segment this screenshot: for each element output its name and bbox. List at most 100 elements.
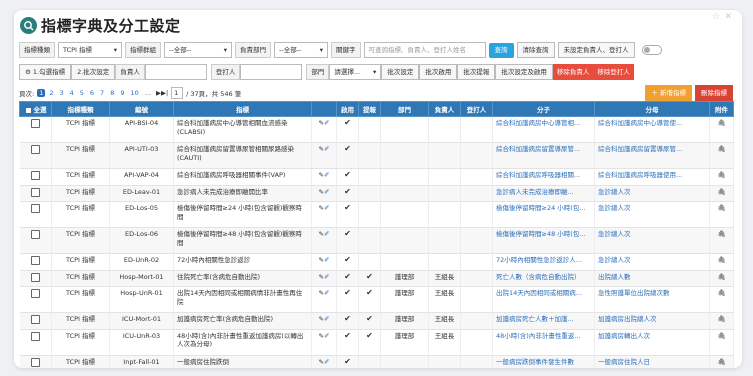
table-row[interactable]: TCPI 指標 API-VAP-04 綜合科加護病房呼吸器相關事件(VAP) ✎✐ ✔ 綜… <box>19 168 734 186</box>
paperclip-icon[interactable]: 🖇 <box>717 204 725 212</box>
attachment-cell[interactable]: 🖇 <box>709 312 734 330</box>
row-checkbox-cell[interactable] <box>19 312 52 330</box>
next-page-icon[interactable]: ▶▶| <box>156 89 168 97</box>
page-link[interactable]: 6 <box>88 89 96 97</box>
row-checkbox[interactable] <box>30 315 40 324</box>
numerator-cell[interactable]: 一般病房跌倒事件發生件數 <box>492 355 595 368</box>
row-checkbox[interactable] <box>30 119 40 128</box>
row-checkbox-cell[interactable] <box>19 355 52 368</box>
page-link[interactable]: 8 <box>108 89 116 97</box>
paperclip-icon[interactable]: 🖇 <box>717 188 725 196</box>
pencil-icon[interactable]: ✐ <box>324 332 329 340</box>
numerator-cell[interactable]: 加護病房死亡人數＋加護... <box>492 312 595 330</box>
numerator-cell[interactable]: 72小時內相關性急診返診人... <box>492 253 595 271</box>
table-row[interactable]: TCPI 指標 Hosp-UnR-01 出院14天內因相同或相關病情非計畫性再住院 ✎… <box>19 286 734 313</box>
numerator-cell[interactable]: 急診病人未完成治療即離... <box>492 185 595 202</box>
batch-set-btn[interactable]: 批次設定 <box>381 64 420 80</box>
denominator-cell[interactable]: 綜合科加護病房留置導尿管... <box>594 142 710 169</box>
row-checkbox-cell[interactable] <box>19 168 52 186</box>
row-checkbox[interactable] <box>30 289 40 298</box>
numerator-cell[interactable]: 死亡人數（含病危自動出院） <box>492 270 595 287</box>
row-checkbox[interactable] <box>30 171 40 180</box>
batch-enable-button[interactable]: 批次啟用 <box>419 64 458 80</box>
remove-entry-button[interactable]: 移除登打人 <box>593 64 634 80</box>
attachment-cell[interactable]: 🖇 <box>709 116 734 143</box>
pencil-icon[interactable]: ✐ <box>324 289 329 297</box>
pencil-icon[interactable]: ✐ <box>324 204 329 212</box>
close-icon[interactable]: ✕ <box>724 12 732 22</box>
clear-button[interactable]: 清除查詢 <box>516 42 555 58</box>
page-link[interactable]: ... <box>143 89 153 97</box>
table-row[interactable]: TCPI 指標 ED-Los-05 檢傷後停留時間≥24 小時(包含留觀)觀察時間 ✎… <box>19 201 734 228</box>
batch-apply-button[interactable]: 批次設定及啟用 <box>495 64 553 80</box>
row-checkbox[interactable] <box>30 357 40 367</box>
attachment-cell[interactable]: 🖇 <box>709 253 734 271</box>
paperclip-icon[interactable]: 🖇 <box>717 289 725 297</box>
row-checkbox-cell[interactable] <box>19 201 52 228</box>
pencil-icon[interactable]: ✐ <box>324 358 329 366</box>
dept-select[interactable]: --全部-- ▾ <box>274 42 328 58</box>
paperclip-icon[interactable]: 🖇 <box>717 332 725 340</box>
table-row[interactable]: TCPI 指標 ED-UnR-02 72小時內相關性急診返診 ✎✐ ✔ 72小時內相關性急… <box>19 253 734 271</box>
row-checkbox-cell[interactable] <box>19 253 52 271</box>
attachment-cell[interactable]: 🖇 <box>709 270 734 287</box>
paperclip-icon[interactable]: 🖇 <box>717 171 725 179</box>
category-select[interactable]: TCPI 指標 ▾ <box>58 42 122 58</box>
row-checkbox[interactable] <box>30 187 40 197</box>
attachment-cell[interactable]: 🖇 <box>709 185 734 202</box>
batch-select-button[interactable]: ⚙ 1.勾選指標 <box>19 64 72 80</box>
attachment-cell[interactable]: 🖇 <box>709 168 734 186</box>
row-checkbox[interactable] <box>30 145 40 154</box>
batch-set-button[interactable]: 2.批次設定 <box>71 64 116 80</box>
row-checkbox[interactable] <box>30 256 40 265</box>
table-row[interactable]: TCPI 指標 ICU-Mort-01 加護病房死亡率(含病危自動出院) ✎✐ ✔ ✔ 護理… <box>19 312 734 330</box>
row-checkbox-cell[interactable] <box>19 329 52 356</box>
paperclip-icon[interactable]: 🖇 <box>717 315 725 323</box>
denominator-cell[interactable]: 加護病房出院總人次 <box>594 312 710 330</box>
numerator-cell[interactable]: 綜合科加護病房留置導尿管... <box>492 142 595 169</box>
row-checkbox-cell[interactable] <box>19 227 52 254</box>
page-link[interactable]: 5 <box>78 89 86 97</box>
table-row[interactable]: TCPI 指標 ICU-UnR-03 48小時(含)內非計畫性重返加護病房(以轉出人… <box>19 329 734 356</box>
search-button[interactable]: 查詢 <box>488 42 514 58</box>
denominator-cell[interactable]: 一般病房住院人日 <box>594 355 710 368</box>
table-row[interactable]: TCPI 指標 ED-Los-06 檢傷後停留時間≥48 小時(包含留觀)觀察時間 ✎… <box>19 227 734 254</box>
paperclip-icon[interactable]: 🖇 <box>717 119 725 127</box>
table-row[interactable]: TCPI 指標 API-UTI-03 綜合科加護病房留置導尿管相關尿路感染(CAUT… <box>19 142 734 169</box>
numerator-cell[interactable]: 綜合科加護病房呼吸器相關... <box>492 168 595 186</box>
row-checkbox[interactable] <box>30 272 40 282</box>
denominator-cell[interactable]: 急診總人次 <box>594 185 710 202</box>
select-all-checkbox[interactable] <box>24 106 32 114</box>
attachment-cell[interactable]: 🖇 <box>709 355 734 368</box>
delete-indicator-button[interactable]: 刪除指標 <box>695 84 733 101</box>
table-row[interactable]: TCPI 指標 Inpt-Fall-01 一般病房住院跌倒 ✎✐ ✔ 一般病房跌倒事件發生… <box>19 355 734 368</box>
pencil-icon[interactable]: ✐ <box>324 145 329 153</box>
attachment-cell[interactable]: 🖇 <box>709 142 734 169</box>
denominator-cell[interactable]: 急性照護單位出院總次數 <box>594 286 710 313</box>
group-select[interactable]: --全部-- ▾ <box>164 42 232 58</box>
pencil-icon[interactable]: ✐ <box>324 256 329 264</box>
row-checkbox[interactable] <box>30 230 40 239</box>
denominator-cell[interactable]: 急診總人次 <box>594 253 710 271</box>
row-checkbox-cell[interactable] <box>19 270 52 287</box>
row-checkbox[interactable] <box>30 204 40 213</box>
numerator-cell[interactable]: 檢傷後停留時間≥48 小時(包... <box>492 227 595 254</box>
pencil-icon[interactable]: ✐ <box>324 315 329 323</box>
denominator-cell[interactable]: 加護病房轉出人次 <box>594 329 710 356</box>
owner-input[interactable] <box>144 64 207 80</box>
page-link[interactable]: 4 <box>68 89 76 97</box>
denominator-cell[interactable]: 綜合科加護病房呼吸器使用... <box>594 168 710 186</box>
paperclip-icon[interactable]: 🖇 <box>717 256 725 264</box>
attachment-cell[interactable]: 🖇 <box>709 286 734 313</box>
attachment-cell[interactable]: 🖇 <box>709 227 734 254</box>
row-checkbox-cell[interactable] <box>19 185 52 202</box>
numerator-cell[interactable]: 48小時(含)內非計畫性重返... <box>492 329 595 356</box>
select-all-header[interactable]: 全選 <box>19 101 52 117</box>
paperclip-icon[interactable]: 🖇 <box>717 230 725 238</box>
numerator-cell[interactable]: 綜合科加護病房中心導管相... <box>492 116 595 143</box>
batch-dept-select[interactable]: 請選擇... ▾ <box>329 64 382 80</box>
denominator-cell[interactable]: 急診總人次 <box>594 201 710 228</box>
unset-owner-toggle[interactable] <box>641 45 662 55</box>
page-link[interactable]: 7 <box>98 89 106 97</box>
paperclip-icon[interactable]: 🖇 <box>717 145 725 153</box>
